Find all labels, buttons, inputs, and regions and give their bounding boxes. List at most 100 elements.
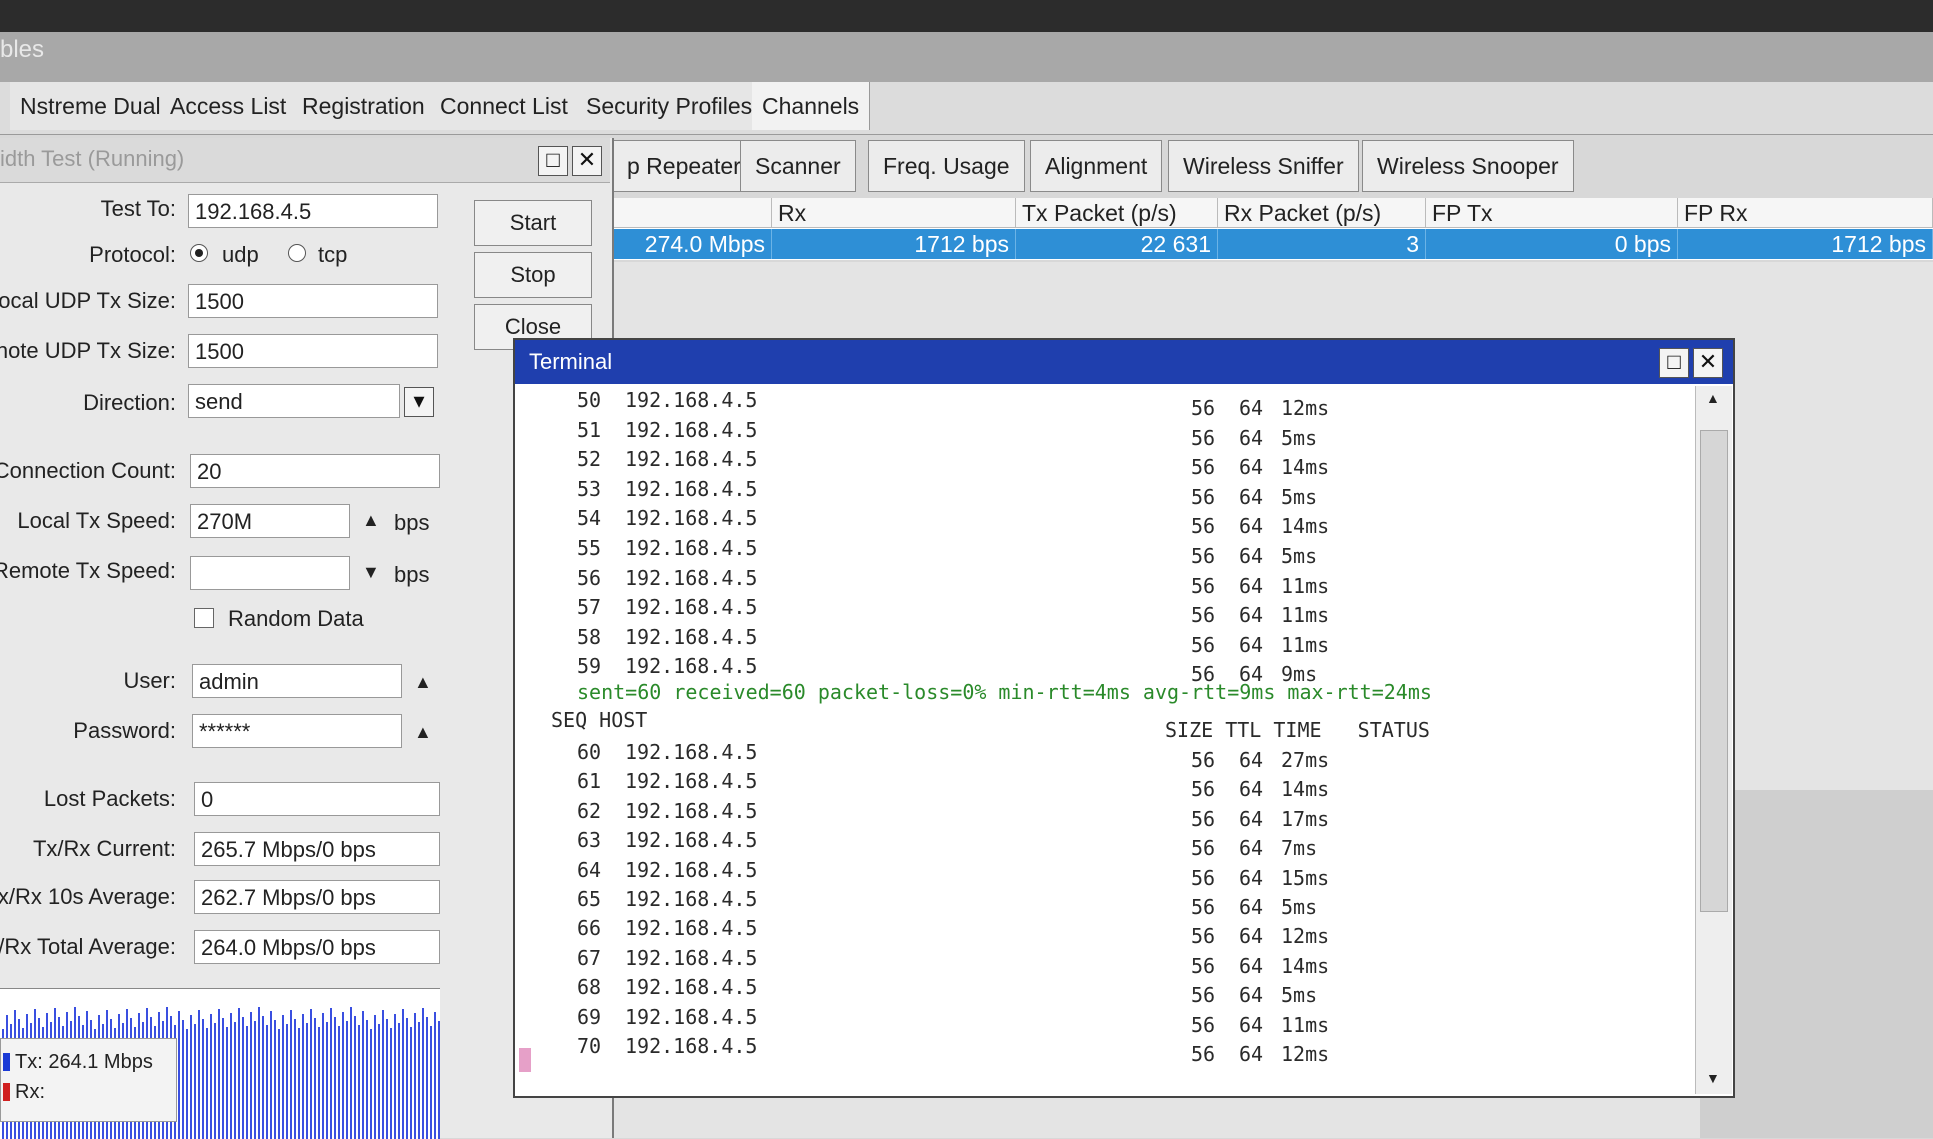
- ping-row-time: 11ms: [1281, 632, 1330, 657]
- ping-header-left: SEQ HOST: [551, 708, 648, 732]
- password-input[interactable]: ******: [192, 714, 402, 748]
- graph-bar: [410, 1027, 412, 1139]
- graph-bar: [186, 1029, 188, 1139]
- tcp-radio[interactable]: [288, 244, 306, 262]
- scroll-up-icon[interactable]: ▲: [1706, 390, 1720, 406]
- terminal-scrollbar[interactable]: ▲ ▼: [1695, 386, 1732, 1094]
- local-udp-size-input[interactable]: 1500: [188, 284, 438, 318]
- start-button[interactable]: Start: [474, 200, 592, 246]
- ping-row-seq-host: 56: [577, 565, 602, 590]
- triangle-up-icon[interactable]: ▲: [414, 722, 432, 743]
- graph-bar: [386, 1019, 388, 1139]
- close-icon[interactable]: ✕: [1693, 348, 1723, 378]
- graph-bar: [278, 1029, 280, 1139]
- ping-row-size: 56: [1191, 1042, 1216, 1066]
- tab-security-profiles[interactable]: Security Profiles: [576, 82, 764, 130]
- ping-row-ttl: 64: [1239, 1012, 1264, 1037]
- scanner-button[interactable]: Scanner: [740, 140, 856, 192]
- tab-registration[interactable]: Registration: [292, 82, 436, 130]
- ping-row-host: 192.168.4.5: [625, 740, 758, 764]
- local-tx-speed-input[interactable]: 270M: [190, 504, 350, 538]
- ping-row-ttl: 64: [1239, 953, 1264, 978]
- rx-legend-label: Rx:: [15, 1081, 45, 1103]
- stop-button[interactable]: Stop: [474, 252, 592, 298]
- graph-bar: [262, 1016, 264, 1139]
- test-to-input[interactable]: 192.168.4.5: [188, 194, 438, 228]
- user-input[interactable]: admin: [192, 664, 402, 698]
- graph-bar: [378, 1024, 380, 1139]
- random-data-checkbox[interactable]: [194, 608, 214, 628]
- ping-row-size: 56: [1191, 865, 1216, 890]
- ping-row-size: 56: [1191, 1012, 1216, 1037]
- graph-bar: [350, 1007, 352, 1139]
- graph-bar: [430, 1026, 432, 1139]
- triangle-down-icon[interactable]: ▼: [362, 562, 380, 583]
- column-header-fp-rx[interactable]: FP Rx: [1678, 198, 1933, 228]
- ping-row-host: 192.168.4.5: [625, 565, 758, 590]
- scrollbar-thumb[interactable]: [1700, 430, 1728, 912]
- terminal-output[interactable]: sent=60 received=60 packet-loss=0% min-r…: [515, 384, 1695, 1096]
- tab-access-list[interactable]: Access List: [160, 82, 298, 130]
- graph-legend: Tx: 264.1 Mbps Rx:: [0, 1038, 177, 1122]
- table-row[interactable]: 274.0 Mbps 1712 bps 22 631 3 0 bps 1712 …: [612, 229, 1933, 259]
- tx-rx-current-value: 265.7 Mbps/0 bps: [194, 832, 440, 866]
- graph-bar: [426, 1017, 428, 1139]
- column-header-tx-packet[interactable]: Tx Packet (p/s): [1016, 198, 1218, 228]
- maximize-icon[interactable]: □: [1659, 348, 1689, 378]
- graph-bar: [370, 1029, 372, 1139]
- local-bps-unit: bps: [394, 510, 430, 535]
- cell-rx-packet: 3: [1218, 229, 1426, 259]
- graph-bar: [422, 1008, 424, 1139]
- graph-bar: [258, 1007, 260, 1139]
- tab-connect-list[interactable]: Connect List: [430, 82, 579, 130]
- close-icon[interactable]: ✕: [572, 146, 602, 176]
- chevron-down-icon[interactable]: ▾: [404, 387, 434, 417]
- ping-row-ttl: 64: [1239, 748, 1264, 772]
- tab-channels[interactable]: Channels: [752, 82, 871, 130]
- graph-bar: [438, 1021, 440, 1139]
- ping-row-seq-host: 68: [577, 975, 602, 1000]
- maximize-icon[interactable]: □: [538, 146, 568, 176]
- udp-radio[interactable]: [190, 244, 208, 262]
- triangle-up-icon[interactable]: ▲: [414, 672, 432, 693]
- graph-bar: [406, 1018, 408, 1139]
- direction-label: Direction:: [83, 390, 176, 415]
- direction-select[interactable]: send: [188, 384, 400, 418]
- terminal-window: Terminal □ ✕ sent=60 received=60 packet-…: [513, 338, 1735, 1098]
- graph-bar: [190, 1015, 192, 1139]
- ping-row-size: 56: [1191, 777, 1216, 802]
- connection-count-input[interactable]: 20: [190, 454, 440, 488]
- ping-row-ttl: 64: [1239, 1042, 1264, 1066]
- ping-row-seq-host: 57: [577, 595, 602, 620]
- graph-bar: [418, 1022, 420, 1139]
- remote-tx-speed-input[interactable]: [190, 556, 350, 590]
- ping-row-host: 192.168.4.5: [625, 887, 758, 911]
- ping-row-size: 56: [1191, 662, 1216, 687]
- graph-bar: [414, 1013, 416, 1139]
- ping-row-ttl: 64: [1239, 514, 1264, 539]
- scroll-down-icon[interactable]: ▼: [1706, 1070, 1720, 1086]
- column-header-rx-packet[interactable]: Rx Packet (p/s): [1218, 198, 1426, 228]
- graph-bar: [294, 1019, 296, 1139]
- cell-tx: 274.0 Mbps: [612, 229, 772, 259]
- column-header-rx[interactable]: Rx: [772, 198, 1016, 228]
- ping-row-ttl: 64: [1239, 983, 1264, 1008]
- ping-row-ttl: 64: [1239, 777, 1264, 802]
- terminal-titlebar[interactable]: Terminal □ ✕: [515, 340, 1733, 384]
- ping-row-ttl: 64: [1239, 924, 1264, 949]
- remote-udp-size-input[interactable]: 1500: [188, 334, 438, 368]
- alignment-button[interactable]: Alignment: [1030, 140, 1163, 192]
- column-header-fp-tx[interactable]: FP Tx: [1426, 198, 1678, 228]
- ping-row-size: 56: [1191, 983, 1216, 1008]
- wireless-sniffer-button[interactable]: Wireless Sniffer: [1168, 140, 1359, 192]
- wireless-snooper-button[interactable]: Wireless Snooper: [1362, 140, 1574, 192]
- graph-bar: [366, 1020, 368, 1139]
- tab-nstreme-dual[interactable]: Nstreme Dual: [10, 82, 172, 130]
- triangle-up-icon[interactable]: ▲: [362, 510, 380, 531]
- bandwidth-test-titlebar[interactable]: idth Test (Running) □ ✕: [0, 138, 610, 183]
- freq-usage-button[interactable]: Freq. Usage: [868, 140, 1025, 192]
- repeater-button[interactable]: p Repeater: [612, 140, 756, 192]
- column-header-blank[interactable]: [612, 198, 772, 228]
- graph-bar: [354, 1016, 356, 1139]
- graph-bar: [306, 1023, 308, 1139]
